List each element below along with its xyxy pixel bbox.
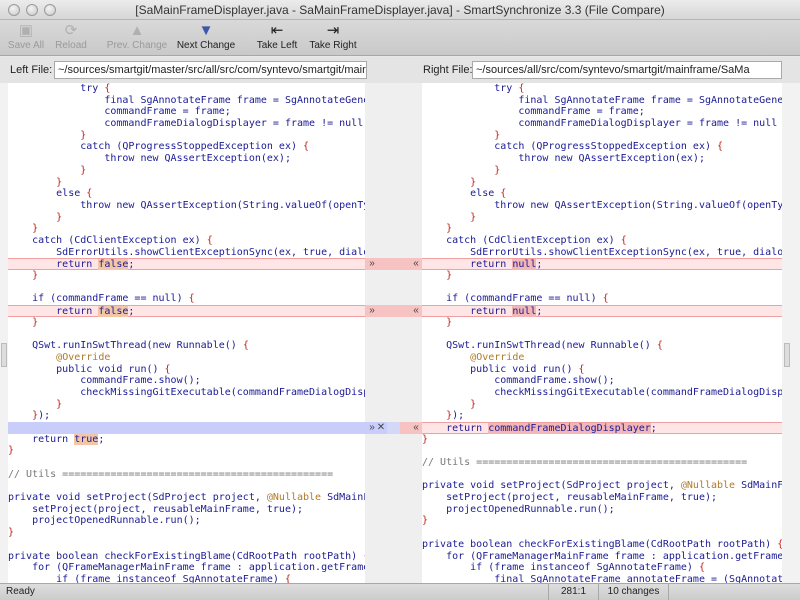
merge-gutter: » « » « » ✕ « — [365, 83, 422, 583]
title-bar: [SaMainFrameDisplayer.java - SaMainFrame… — [0, 0, 800, 20]
take-left-button[interactable]: ⇤ Take Left — [254, 22, 300, 54]
left-editor[interactable]: try { final SgAnnotateFrame frame = SgAn… — [8, 83, 365, 583]
left-code: try { final SgAnnotateFrame frame = SgAn… — [8, 83, 365, 583]
next-change-label: Next Change — [176, 40, 236, 51]
take-left-label: Take Left — [256, 40, 298, 51]
arrow-up-icon: ▲ — [129, 22, 145, 39]
reload-icon: ⟳ — [64, 22, 78, 39]
toolbar: ▣ Save All ⟳ Reload ▲ Prev. Change ▼ Nex… — [0, 20, 800, 56]
change-count: 10 changes — [598, 584, 668, 600]
take-right-arrow-icon[interactable]: » — [367, 258, 377, 269]
left-edge — [0, 83, 8, 583]
save-all-label: Save All — [7, 40, 45, 51]
right-code: try { final SgAnnotateFrame frame = SgAn… — [422, 83, 782, 583]
left-file-path[interactable]: ~/sources/smartgit/master/src/all/src/co… — [54, 61, 367, 79]
save-icon: ▣ — [18, 22, 34, 39]
prev-change-button[interactable]: ▲ Prev. Change — [106, 22, 168, 54]
window-title: [SaMainFrameDisplayer.java - SaMainFrame… — [135, 3, 665, 17]
zoom-window-button[interactable] — [44, 4, 56, 16]
status-bar: Ready 281:1 10 changes — [0, 583, 800, 600]
save-all-button[interactable]: ▣ Save All — [6, 22, 46, 54]
status-text: Ready — [6, 586, 35, 597]
prev-change-label: Prev. Change — [106, 40, 168, 51]
right-edge — [782, 83, 800, 583]
discard-change-icon[interactable]: ✕ — [376, 422, 386, 433]
minimize-window-button[interactable] — [26, 4, 38, 16]
gutter-connector — [387, 422, 400, 434]
cursor-position: 281:1 — [548, 584, 598, 600]
take-left-arrow-icon[interactable]: « — [411, 422, 421, 433]
arrow-down-icon: ▼ — [198, 22, 214, 39]
status-extra — [668, 584, 800, 600]
left-file-label: Left File: — [10, 64, 53, 76]
reload-button[interactable]: ⟳ Reload — [52, 22, 90, 54]
take-right-arrow-icon[interactable]: » — [367, 305, 377, 316]
close-window-button[interactable] — [8, 4, 20, 16]
right-file-path[interactable]: ~/sources/all/src/com/syntevo/smartgit/m… — [472, 61, 782, 79]
right-editor[interactable]: try { final SgAnnotateFrame frame = SgAn… — [422, 83, 782, 583]
take-left-arrow-icon[interactable]: « — [411, 258, 421, 269]
reload-label: Reload — [55, 40, 87, 51]
take-left-arrow-icon[interactable]: « — [411, 305, 421, 316]
right-file-label: Right File: — [423, 64, 473, 76]
scroll-marker[interactable] — [1, 343, 7, 367]
take-right-button[interactable]: ⇥ Take Right — [308, 22, 358, 54]
take-right-label: Take Right — [309, 40, 357, 51]
take-right-icon: ⇥ — [326, 22, 340, 39]
file-bar: Left File: ~/sources/smartgit/master/src… — [0, 57, 800, 83]
scroll-marker[interactable] — [784, 343, 790, 367]
take-left-icon: ⇤ — [270, 22, 284, 39]
next-change-button[interactable]: ▼ Next Change — [176, 22, 236, 54]
